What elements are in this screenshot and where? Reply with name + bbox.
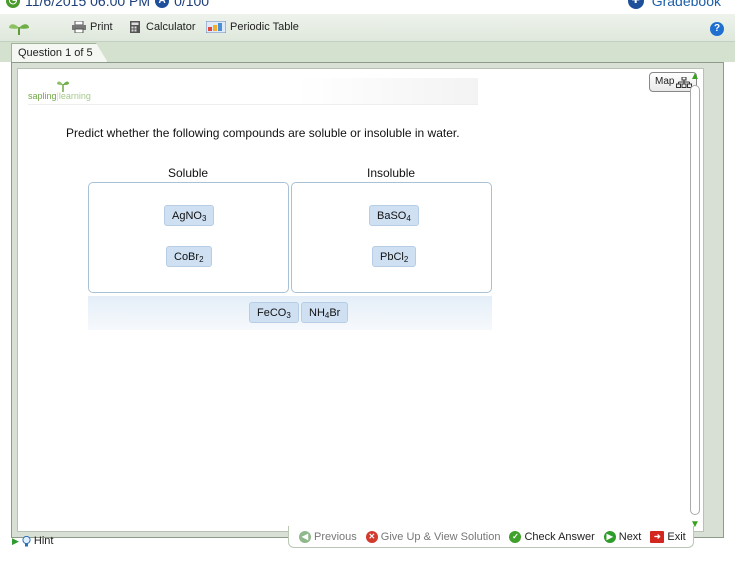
give-up-button[interactable]: ✕ Give Up & View Solution bbox=[365, 530, 501, 543]
periodic-table-label: Periodic Table bbox=[230, 21, 299, 33]
next-label: Next bbox=[618, 530, 642, 543]
content-scrollbar[interactable]: ▲ ▼ bbox=[689, 71, 701, 530]
exit-door-icon: ➜ bbox=[650, 530, 665, 543]
question-content: sapling|learning Map Predict whether the… bbox=[17, 68, 704, 532]
due-datetime: 11/6/2015 06:00 PM bbox=[25, 0, 151, 9]
sapling-learning-logo: sapling|learning bbox=[28, 91, 91, 101]
next-arrow-icon: ▶ bbox=[603, 530, 616, 543]
chip-subscript: 4 bbox=[406, 214, 411, 223]
sapling-question-window: ◷ 11/6/2015 06:00 PM A 0/100 ✚ Gradebook… bbox=[0, 0, 735, 567]
expand-triangle-icon: ▶ bbox=[12, 535, 19, 546]
question-frame: sapling|learning Map Predict whether the… bbox=[11, 62, 724, 538]
chip-nh4br[interactable]: NH4Br bbox=[301, 302, 349, 323]
previous-arrow-icon: ◀ bbox=[299, 530, 311, 543]
calculator-button[interactable]: Calculator bbox=[128, 21, 196, 33]
print-button[interactable]: Print bbox=[72, 21, 113, 33]
chip-suffix: Br bbox=[329, 307, 341, 319]
question-tab-strip: Question 1 of 5 bbox=[0, 42, 735, 62]
question-navigation: ◀ Previous ✕ Give Up & View Solution ✓ C… bbox=[288, 526, 694, 548]
gradebook-link[interactable]: ✚ Gradebook bbox=[627, 0, 721, 9]
chip-pbcl2[interactable]: PbCl2 bbox=[372, 246, 417, 267]
bottom-bar: ▶ Hint ◀ Previous ✕ Give Up & View Solut… bbox=[0, 526, 735, 550]
tab-question-1[interactable]: Question 1 of 5 bbox=[11, 43, 108, 62]
chip-cobr2[interactable]: CoBr2 bbox=[166, 246, 212, 267]
unplaced-items-tray[interactable]: FeCO3 NH4Br bbox=[88, 296, 492, 330]
chip-formula: BaSO bbox=[377, 210, 407, 222]
soluble-heading: Soluble bbox=[168, 166, 209, 180]
help-icon[interactable]: ? bbox=[710, 22, 724, 36]
logo-learning-text: learning bbox=[58, 91, 91, 101]
logo-sapling-text: sapling bbox=[28, 91, 57, 101]
lightbulb-icon bbox=[22, 535, 31, 546]
previous-label: Previous bbox=[314, 530, 357, 543]
question-prompt: Predict whether the following compounds … bbox=[66, 126, 460, 140]
chip-subscript: 2 bbox=[403, 255, 409, 264]
scroll-track[interactable] bbox=[690, 85, 700, 515]
check-answer-label: Check Answer bbox=[524, 530, 595, 543]
chip-agno3[interactable]: AgNO3 bbox=[164, 205, 215, 226]
chip-subscript: 3 bbox=[201, 214, 207, 223]
chip-formula: PbCl bbox=[380, 251, 404, 263]
periodic-table-icon bbox=[206, 21, 226, 33]
hint-label: Hint bbox=[33, 535, 54, 547]
exit-label: Exit bbox=[667, 530, 686, 543]
sapling-leaf-icon bbox=[9, 24, 29, 35]
insoluble-heading: Insoluble bbox=[367, 166, 416, 180]
chip-baso4[interactable]: BaSO4 bbox=[369, 205, 419, 226]
grade-icon: A bbox=[155, 0, 170, 8]
give-up-x-icon: ✕ bbox=[365, 530, 378, 543]
score-value: 0/100 bbox=[174, 0, 210, 9]
exit-button[interactable]: ➜ Exit bbox=[650, 530, 686, 543]
check-icon: ✓ bbox=[509, 530, 522, 543]
soluble-drop-zone[interactable]: AgNO3 CoBr2 bbox=[88, 182, 289, 293]
chip-subscript: 2 bbox=[199, 255, 204, 264]
hint-button[interactable]: ▶ Hint bbox=[12, 535, 53, 547]
clock-icon: ◷ bbox=[6, 0, 20, 8]
print-label: Print bbox=[90, 21, 113, 33]
map-label: Map bbox=[655, 76, 675, 87]
footer-strip bbox=[0, 550, 735, 567]
gradebook-label: Gradebook bbox=[651, 0, 721, 9]
next-button[interactable]: ▶ Next bbox=[603, 530, 642, 543]
printer-icon bbox=[72, 21, 86, 33]
chip-formula: AgNO bbox=[172, 210, 202, 222]
chip-feco3[interactable]: FeCO3 bbox=[249, 302, 299, 323]
chip-formula: CoBr bbox=[174, 251, 200, 263]
chip-subscript: 3 bbox=[286, 311, 291, 320]
calculator-label: Calculator bbox=[146, 21, 196, 33]
scroll-up-arrow-icon[interactable]: ▲ bbox=[689, 71, 701, 82]
gradebook-icon: ✚ bbox=[627, 0, 644, 9]
logo-bar: sapling|learning bbox=[28, 78, 478, 105]
chip-formula: FeCO bbox=[257, 307, 287, 319]
sapling-logo-sprout-icon bbox=[57, 81, 69, 92]
check-answer-button[interactable]: ✓ Check Answer bbox=[509, 530, 595, 543]
calculator-icon bbox=[130, 21, 140, 33]
status-info: ◷ 11/6/2015 06:00 PM A 0/100 bbox=[6, 0, 209, 9]
give-up-label: Give Up & View Solution bbox=[380, 530, 501, 543]
chip-formula: NH bbox=[309, 307, 325, 319]
insoluble-drop-zone[interactable]: BaSO4 PbCl2 bbox=[291, 182, 492, 293]
periodic-table-button[interactable]: Periodic Table bbox=[206, 21, 299, 33]
status-bar: ◷ 11/6/2015 06:00 PM A 0/100 ✚ Gradebook bbox=[0, 0, 735, 14]
toolbar: Print Calculator Periodic Table ? bbox=[0, 14, 735, 42]
previous-button[interactable]: ◀ Previous bbox=[299, 530, 357, 543]
